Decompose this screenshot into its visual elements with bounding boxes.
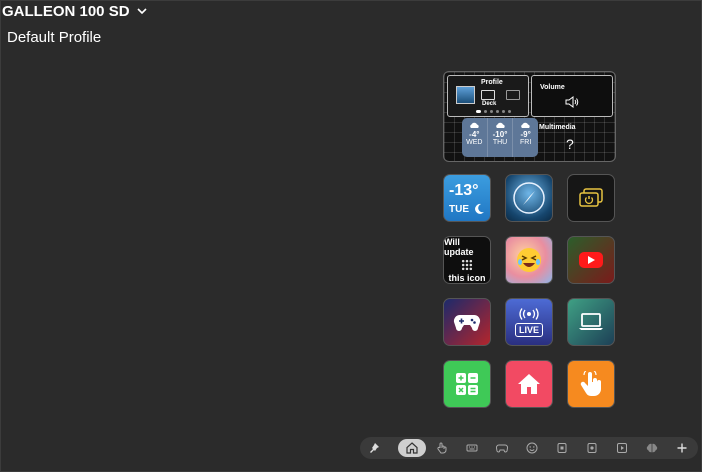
widget-panel: Profile Deck Volume -4° WED -10° THU -9°	[443, 71, 616, 162]
volume-widget-label: Volume	[540, 84, 565, 91]
profile-widget[interactable]: Profile Deck	[447, 75, 529, 117]
pin-icon	[370, 443, 379, 453]
keyboard-icon	[506, 90, 520, 100]
keypad-icon	[461, 259, 473, 271]
weather-day-label: FRI	[520, 139, 532, 146]
speaker-icon	[565, 96, 579, 108]
update-text-bottom: this icon	[448, 273, 486, 283]
cloud-icon	[470, 122, 479, 128]
keyboard-icon	[481, 90, 495, 100]
profile-name: Default Profile	[7, 29, 102, 46]
live-stream-key[interactable]: LIVE	[505, 298, 553, 346]
laughing-emoji-icon	[517, 248, 541, 272]
keyboard-icon	[466, 444, 478, 452]
add-button[interactable]	[673, 439, 691, 457]
gamepad-icon	[453, 314, 481, 331]
play-icon	[617, 443, 627, 453]
plus-icon	[677, 443, 687, 453]
calculator-key[interactable]	[443, 360, 491, 408]
home-key[interactable]	[505, 360, 553, 408]
unknown-media-glyph: ?	[566, 136, 574, 152]
widget-tab[interactable]	[553, 439, 571, 457]
touch-key[interactable]	[567, 360, 615, 408]
bottom-toolbar	[360, 437, 698, 459]
update-text-top: Will update	[444, 237, 474, 257]
compass-icon	[513, 182, 545, 214]
media-icon	[587, 443, 597, 453]
weather-widget[interactable]: -4° WED -10° THU -9° FRI	[462, 118, 538, 157]
moon-icon	[475, 203, 484, 214]
weather-temp: -9°	[520, 130, 531, 139]
gesture-tab[interactable]	[433, 439, 451, 457]
pin-button[interactable]	[365, 439, 383, 457]
ai-tab[interactable]	[643, 439, 661, 457]
weather-key-day: TUE	[449, 203, 469, 215]
weather-temp: -10°	[492, 130, 508, 139]
calculator-icon	[456, 373, 478, 395]
gamepad-icon	[496, 444, 508, 453]
home-icon	[518, 374, 540, 394]
gamepad-tab[interactable]	[493, 439, 511, 457]
home-tab[interactable]	[398, 439, 426, 457]
play-tab[interactable]	[613, 439, 631, 457]
media-tab[interactable]	[583, 439, 601, 457]
multimedia-widget-label: Multimedia	[539, 124, 576, 131]
emoji-icon	[526, 442, 538, 454]
profile-thumbnail	[456, 86, 475, 104]
cloud-icon	[521, 122, 530, 128]
weather-key-temp: -13°	[449, 181, 479, 199]
volume-widget[interactable]: Volume	[531, 75, 613, 117]
laptop-icon	[579, 313, 603, 330]
cloud-icon	[495, 122, 505, 128]
multimedia-widget[interactable]: Multimedia ?	[531, 118, 611, 158]
youtube-key[interactable]	[567, 236, 615, 284]
hand-icon	[437, 442, 447, 454]
profile-widget-label: Profile	[481, 79, 503, 86]
keyboard-tab[interactable]	[463, 439, 481, 457]
gamepad-key[interactable]	[443, 298, 491, 346]
emoji-tab[interactable]	[523, 439, 541, 457]
weather-day-label: WED	[466, 139, 483, 146]
page-indicator	[476, 110, 511, 113]
weather-temp: -4°	[469, 130, 480, 139]
power-windows-icon	[579, 188, 603, 207]
weather-day: -10° THU	[488, 118, 514, 157]
live-badge: LIVE	[514, 322, 543, 337]
device-selector[interactable]: GALLEON 100 SD	[2, 2, 147, 20]
brain-icon	[646, 443, 658, 453]
broadcast-icon	[519, 307, 539, 320]
chevron-down-icon	[136, 8, 147, 15]
laptop-key[interactable]	[567, 298, 615, 346]
tap-hand-icon	[580, 371, 601, 396]
youtube-icon	[579, 252, 603, 268]
weather-day: -4° WED	[462, 118, 488, 157]
safari-key[interactable]	[505, 174, 553, 222]
weather-key[interactable]: -13° TUE	[443, 174, 491, 222]
emoji-key[interactable]	[505, 236, 553, 284]
profile-widget-sublabel: Deck	[482, 101, 497, 107]
power-windows-key[interactable]	[567, 174, 615, 222]
widget-icon	[557, 443, 567, 453]
home-icon	[406, 442, 418, 454]
device-name: GALLEON 100 SD	[2, 2, 130, 20]
weather-day-label: THU	[492, 139, 508, 146]
update-placeholder-key[interactable]: Will update this icon	[443, 236, 491, 284]
